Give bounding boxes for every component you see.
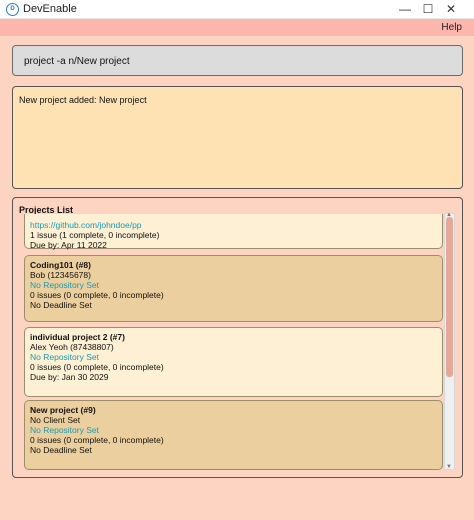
window-title: DevEnable (23, 3, 77, 15)
project-client: Bob (12345678) (30, 270, 91, 280)
command-input[interactable]: project -a n/New project (12, 45, 463, 76)
command-input-value: project -a n/New project (24, 56, 130, 67)
projects-list[interactable]: https://github.com/johndoe/pp 1 issue (1… (22, 214, 445, 471)
project-card[interactable]: individual project 2 (#7) Alex Yeoh (874… (24, 327, 443, 397)
scroll-thumb[interactable] (446, 217, 453, 377)
projects-scrollbar[interactable]: ▲ ▼ (444, 212, 455, 470)
project-repo[interactable]: No Repository Set (30, 425, 437, 435)
project-name: individual project 2 (#7) (30, 332, 125, 342)
result-message: New project added: New project (19, 95, 147, 105)
menu-bar: Help (0, 19, 474, 36)
project-issues: 0 issues (0 complete, 0 incomplete) (30, 435, 164, 445)
project-card[interactable]: Coding101 (#8) Bob (12345678) No Reposit… (24, 255, 443, 322)
project-client: No Client Set (30, 415, 81, 425)
project-due: Due by: Jan 30 2029 (30, 372, 109, 382)
project-name: Coding101 (#8) (30, 260, 91, 270)
title-bar: D DevEnable — ☐ ✕ (0, 0, 474, 19)
project-due: No Deadline Set (30, 300, 92, 310)
project-name: New project (#9) (30, 405, 96, 415)
project-client: Alex Yeoh (87438807) (30, 342, 114, 352)
project-due: Due by: Apr 11 2022 (30, 240, 107, 250)
project-card[interactable]: New project (#9) No Client Set No Reposi… (24, 400, 443, 470)
project-repo[interactable]: No Repository Set (30, 280, 437, 290)
project-repo[interactable]: No Repository Set (30, 352, 437, 362)
projects-panel: Projects List https://github.com/johndoe… (12, 197, 463, 478)
project-repo[interactable]: https://github.com/johndoe/pp (30, 220, 437, 230)
help-menu[interactable]: Help (441, 22, 462, 33)
project-issues: 1 issue (1 complete, 0 incomplete) (30, 230, 160, 240)
devenable-logo-icon: D (6, 3, 19, 16)
project-card[interactable]: https://github.com/johndoe/pp 1 issue (1… (24, 214, 443, 250)
scroll-down-arrow-icon[interactable]: ▼ (446, 464, 452, 470)
project-issues: 0 issues (0 complete, 0 incomplete) (30, 362, 164, 372)
result-display: New project added: New project (12, 86, 463, 189)
project-issues: 0 issues (0 complete, 0 incomplete) (30, 290, 164, 300)
close-button[interactable]: ✕ (428, 0, 474, 19)
project-due: No Deadline Set (30, 445, 92, 455)
